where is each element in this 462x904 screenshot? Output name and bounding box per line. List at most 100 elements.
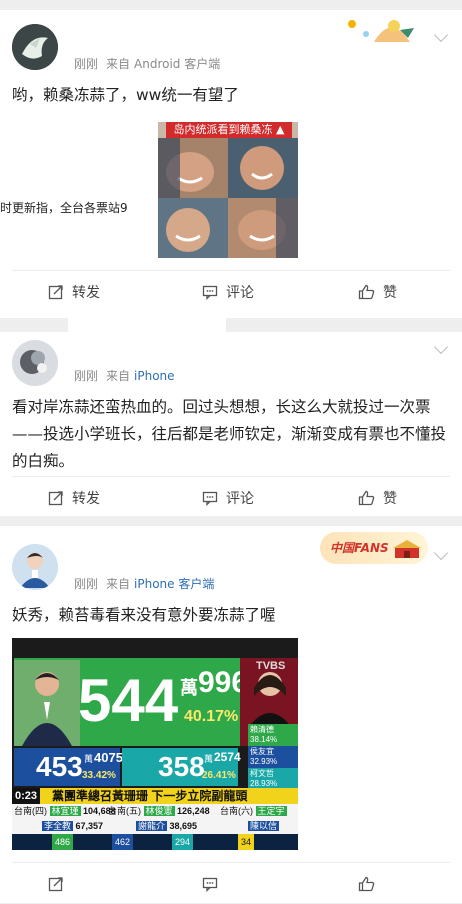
badge-label: 中国FANS [330,541,389,555]
comment-button[interactable]: 评论 [202,272,254,312]
side-b-pct: 32.93% [250,757,278,766]
image-caption: 岛内统派看到赖桑冻 ▲ [166,122,292,138]
repost-button[interactable]: 转发 [48,478,100,518]
source-device[interactable]: iPhone 客户端 [134,577,214,591]
post-card-1: 刚刚 来自 Android 客户端 哟，赖桑冻蒜了，ww统一有望了 时更新指，全台各… [0,10,462,318]
tv-left-wan: 萬 [84,754,94,764]
source-prefix: 来自 [106,57,131,71]
like-button[interactable]: 赞 [358,478,397,518]
row1-name: 林宜瑾 [49,806,81,816]
action-bar [0,864,462,904]
comment-button[interactable]: 评论 [202,478,254,518]
post-card-2: 刚刚 来自 iPhone 看对岸冻蒜还蛮热血的。回过头想想，长这么大就投过一次票——… [0,332,462,516]
source-device[interactable]: iPhone [134,369,175,383]
row4-name: 李全教 [42,821,74,831]
comment-label: 评论 [226,285,254,301]
comment-button[interactable] [202,864,226,904]
post-time: 刚刚 [74,369,99,383]
post-time: 刚刚 [74,57,99,71]
candidate-photo [14,660,80,746]
divider [12,476,450,477]
repost-label: 转发 [72,285,100,301]
row2-val: 126,248 [177,806,210,816]
row3-region: 台南(六) [220,806,253,816]
repost-label: 转发 [72,491,100,507]
row5-val: 38,695 [169,821,198,831]
thumbs-up-icon [358,284,375,300]
post-text: 看对岸冻蒜还蛮热血的。回过头想想，长这么大就投过一次票——投选小学班长，往后都是… [12,398,447,470]
comment-icon [202,877,218,892]
tv-mid-pct: 26.41% [202,770,236,781]
tv-mid-rest: 2574 [214,750,241,764]
side-a-pct: 38.14% [250,735,278,744]
seat-d: 34 [241,837,252,847]
row2-region: 台南(五) [108,806,141,816]
action-bar: 转发 评论 赞 [0,272,462,312]
like-label: 赞 [383,285,397,301]
post-image[interactable]: 时更新指，全台各票站9 岛内统派看到赖桑冻 ▲ [0,118,300,268]
tv-big-votes: 544 [78,667,179,734]
repost-icon [48,285,63,300]
decoration-badge [344,14,426,46]
post-time: 刚刚 [74,577,99,591]
action-bar: 转发 评论 赞 [0,478,462,518]
source-device[interactable]: Android 客户端 [134,57,220,71]
row1-region: 台南(四) [14,806,47,816]
tv-left-pct: 33.42% [82,770,116,781]
tv-results: 台南(四) 林宜瑾 104,688 台南(五) 林俊憲 126,248 台南(六… [12,804,298,834]
row3-name: 王定宇 [255,806,287,816]
thumbs-up-icon [358,876,375,892]
comment-label: 评论 [226,491,254,507]
like-label: 赞 [383,491,397,507]
seat-c: 294 [175,837,191,847]
china-fans-badge: 中国FANS [320,532,428,564]
post-meta: 刚刚 来自 iPhone [74,367,175,384]
side-b-name: 侯友宜 [250,747,274,756]
seat-a: 486 [55,837,71,847]
tv-left-votes: 453 [36,751,83,782]
post-text: 妖秀，赖苔毒看来没有意外要冻蒜了喔 [12,606,276,624]
comment-icon [202,285,218,300]
avatar[interactable] [12,544,58,590]
repost-button[interactable] [48,864,72,904]
post-text: 哟，赖桑冻蒜了，ww统一有望了 [12,86,239,104]
meme-image[interactable]: 岛内统派看到赖桑冻 ▲ [158,122,298,258]
tv-mid-votes: 358 [158,751,205,782]
row5-name: 謝龍介 [136,821,168,831]
thumbs-up-icon [358,490,375,506]
chevron-down-icon[interactable] [433,339,449,355]
side-c-name: 柯文哲 [250,769,274,778]
tv-logo: TVBS [256,660,286,672]
row4-val: 67,357 [75,821,104,831]
post-image[interactable]: 544 萬 9964 40.17% TVBS 453 萬 4075 33.42%… [12,638,298,850]
divider [12,862,450,863]
side-a-name: 賴清德 [250,725,274,734]
comment-icon [202,491,218,506]
row6-name: 陳以信 [248,821,280,831]
repost-icon [48,877,63,892]
tv-big-pct: 40.17% [184,708,239,725]
repost-button[interactable]: 转发 [48,272,100,312]
image-overlay-text: 时更新指，全台各票站9 [0,201,128,215]
tv-ticker-text: 黨團準總召黃珊珊 下一步立院副龍頭 [52,789,248,803]
tv-seat-bar: 486 462 294 34 [12,834,298,850]
side-c-pct: 28.93% [250,779,278,788]
source-prefix: 来自 [106,369,131,383]
tv-clock: 0:23 [12,788,41,804]
repost-icon [48,491,63,506]
seat-b: 462 [115,837,131,847]
like-button[interactable]: 赞 [358,272,397,312]
row2-name: 林俊憲 [143,806,175,816]
tv-left-rest: 4075 [94,750,123,765]
chevron-down-icon[interactable] [433,27,449,43]
avatar[interactable] [12,340,58,386]
post-card-3: 刚刚 来自 iPhone 客户端 中国FANS 妖秀，赖苔毒看来没有意外要冻蒜了喔 … [0,526,462,903]
divider [12,270,450,271]
post-meta: 刚刚 来自 iPhone 客户端 [74,575,214,592]
source-prefix: 来自 [106,577,131,591]
post-meta: 刚刚 来自 Android 客户端 [74,55,220,72]
chevron-down-icon[interactable] [433,545,449,561]
tv-side-list: 賴清德 38.14% 侯友宜 32.93% 柯文哲 28.93% [248,724,298,790]
avatar[interactable] [12,24,58,70]
like-button[interactable] [358,864,383,904]
